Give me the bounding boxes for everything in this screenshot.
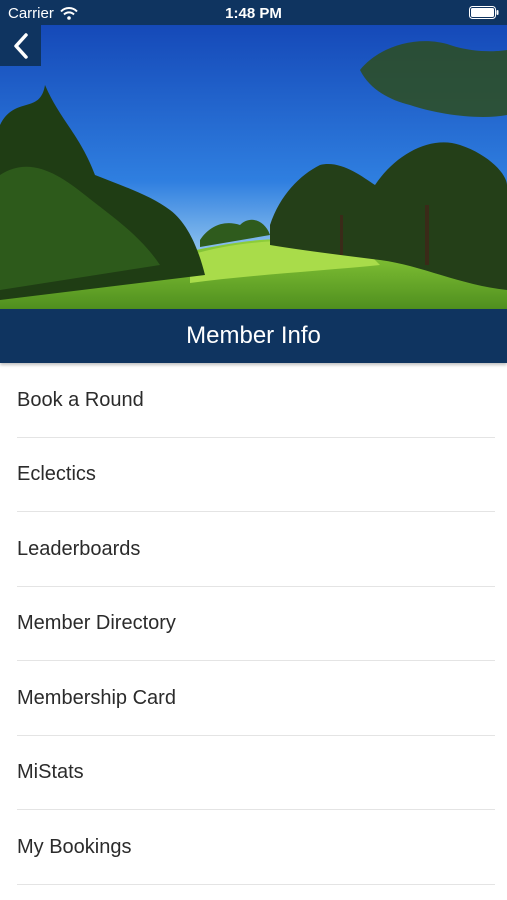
menu-item-label: Leaderboards <box>17 537 141 560</box>
menu-item-my-bookings[interactable]: My Bookings <box>0 810 507 885</box>
status-time: 1:48 PM <box>225 5 282 22</box>
menu-item-label: Member Directory <box>17 612 176 635</box>
menu-item-leaderboards[interactable]: Leaderboards <box>0 512 507 587</box>
member-info-menu: Book a Round Eclectics Leaderboards Memb… <box>0 363 507 885</box>
page-title-bar: Member Info <box>0 309 507 363</box>
battery-icon <box>469 6 499 19</box>
menu-item-label: Book a Round <box>17 388 144 411</box>
menu-item-member-directory[interactable]: Member Directory <box>0 587 507 662</box>
chevron-left-icon <box>13 32 28 59</box>
menu-item-eclectics[interactable]: Eclectics <box>0 438 507 513</box>
menu-item-label: Membership Card <box>17 686 176 709</box>
status-bar: Carrier 1:48 PM <box>0 0 507 25</box>
hero-golf-course-image <box>0 25 507 309</box>
menu-item-label: MiStats <box>17 761 84 784</box>
menu-item-label: Eclectics <box>17 463 96 486</box>
menu-item-book-a-round[interactable]: Book a Round <box>0 363 507 438</box>
page-title: Member Info <box>186 322 321 349</box>
menu-item-mistats[interactable]: MiStats <box>0 736 507 811</box>
back-button[interactable] <box>0 25 41 66</box>
menu-item-label: My Bookings <box>17 835 132 858</box>
menu-item-membership-card[interactable]: Membership Card <box>0 661 507 736</box>
